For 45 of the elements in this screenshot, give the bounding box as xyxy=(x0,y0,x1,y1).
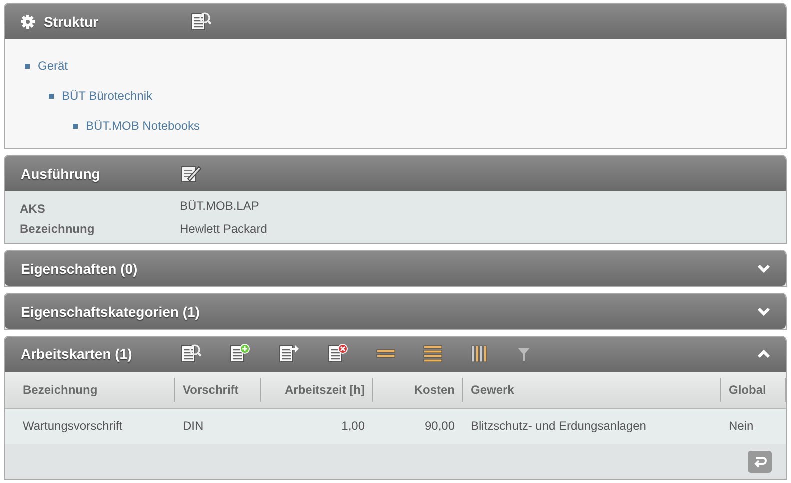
column-header[interactable]: Global xyxy=(721,372,786,409)
chevron-up-icon[interactable] xyxy=(757,349,771,360)
column-header[interactable]: Kosten xyxy=(373,372,463,409)
column-header[interactable]: Bezeichnung xyxy=(5,372,175,409)
table-cell: Nein xyxy=(721,408,786,444)
field-label: AKS xyxy=(20,202,46,216)
filter-icon[interactable] xyxy=(517,346,532,362)
document-search-icon[interactable] xyxy=(180,343,202,366)
panel-title: Eigenschaftskategorien (1) xyxy=(21,304,200,320)
field-value: BÜT.MOB.LAP xyxy=(180,199,260,216)
tree-item[interactable]: Gerät xyxy=(38,59,68,73)
panel-header[interactable]: Eigenschaften (0) xyxy=(5,251,786,286)
panel-title: Struktur xyxy=(44,14,98,30)
panel-header[interactable]: Arbeitskarten (1) xyxy=(5,336,786,372)
add-document-icon[interactable] xyxy=(229,343,252,366)
panel-header[interactable]: Eigenschaftskategorien (1) xyxy=(5,294,786,329)
chevron-down-icon[interactable] xyxy=(757,264,771,274)
bullet-icon xyxy=(49,94,54,98)
tree-item[interactable]: BÜT.MOB Notebooks xyxy=(86,119,200,133)
panel-title: Eigenschaften (0) xyxy=(21,260,138,277)
column-header[interactable]: Arbeitszeit [h] xyxy=(261,372,373,409)
panel-title: Arbeitskarten (1) xyxy=(21,346,132,362)
gear-icon xyxy=(21,14,35,28)
field-label: Bezeichnung xyxy=(20,222,96,236)
column-header[interactable]: Gewerk xyxy=(463,372,721,409)
export-document-icon[interactable] xyxy=(278,343,300,366)
table-cell: 90,00 xyxy=(373,408,463,444)
return-button[interactable] xyxy=(748,450,772,473)
chevron-down-icon[interactable] xyxy=(757,306,771,317)
table-cell: Wartungsvorschrift xyxy=(5,408,175,444)
bullet-icon xyxy=(73,124,78,128)
panel-title: Ausführung xyxy=(21,166,100,182)
tree-item[interactable]: BÜT Bürotechnik xyxy=(62,89,152,103)
delete-document-icon[interactable] xyxy=(327,343,350,366)
table-cell: 1,00 xyxy=(261,408,373,444)
rows-icon[interactable] xyxy=(423,344,444,364)
table-cell: Blitzschutz- und Erdungsanlagen xyxy=(463,408,721,444)
column-header[interactable]: Vorschrift xyxy=(175,372,261,409)
panel-header[interactable]: Ausführung xyxy=(5,156,786,192)
return-icon xyxy=(753,456,767,468)
panel-header[interactable]: Struktur xyxy=(5,4,786,39)
table-cell: DIN xyxy=(175,408,261,444)
field-value: Hewlett Packard xyxy=(180,222,268,236)
bullet-icon xyxy=(25,64,30,68)
document-search-icon[interactable] xyxy=(190,10,212,32)
